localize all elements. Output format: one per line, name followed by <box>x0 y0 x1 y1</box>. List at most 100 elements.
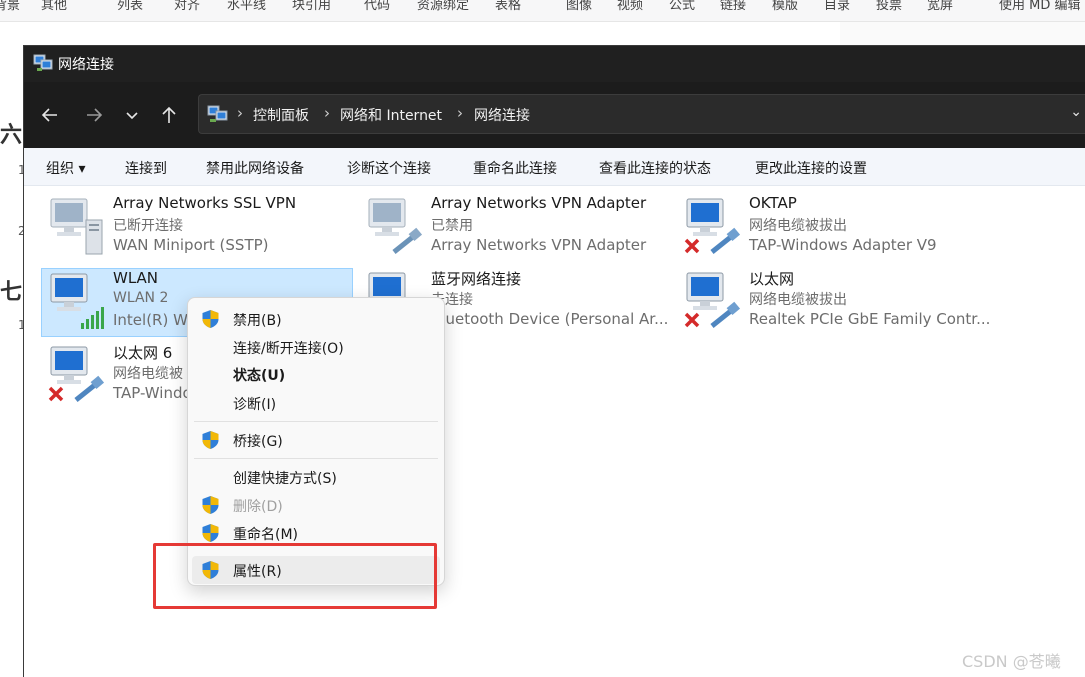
chevron-down-icon <box>126 112 138 120</box>
toolbar-item[interactable]: 目录 <box>824 0 850 13</box>
diagnose-button[interactable]: 诊断这个连接 <box>347 158 431 178</box>
organize-menu[interactable]: 组织 ▾ <box>46 158 85 178</box>
connection-name: WLAN <box>113 269 159 287</box>
toolbar-item[interactable]: 视频 <box>617 0 643 13</box>
arrow-up-icon <box>162 106 176 123</box>
arrow-left-icon <box>41 108 57 122</box>
back-button[interactable] <box>38 104 62 128</box>
connection-status: 已断开连接 <box>113 218 183 234</box>
toolbar-item[interactable]: 对齐 <box>174 0 200 13</box>
ethernet-unplugged-icon <box>48 346 105 402</box>
toolbar-item[interactable]: 其他 <box>41 0 67 13</box>
watermark: CSDN @苍曦 <box>962 652 1061 671</box>
properties-highlight-annotation <box>153 543 437 609</box>
navigation-bar: › 控制面板 › 网络和 Internet › 网络连接 ⌄ <box>24 82 1085 148</box>
editor-heading-fragment: 六 <box>0 123 23 148</box>
menu-item-status[interactable]: 状态(U) <box>192 360 440 388</box>
address-bar[interactable]: › 控制面板 › 网络和 Internet › 网络连接 ⌄ <box>198 94 1085 134</box>
menu-item-label: 诊断(I) <box>233 397 277 413</box>
connect-to-button[interactable]: 连接到 <box>125 158 167 178</box>
connection-item[interactable]: Array Networks VPN Adapter 已禁用 Array Net… <box>360 194 672 262</box>
disable-device-button[interactable]: 禁用此网络设备 <box>206 158 304 178</box>
view-status-button[interactable]: 查看此连接的状态 <box>599 158 711 178</box>
uac-shield-icon <box>202 496 219 514</box>
menu-item-label: 禁用(B) <box>233 313 282 329</box>
wifi-adapter-icon <box>50 273 104 329</box>
network-connections-icon <box>33 54 53 71</box>
connection-device: WAN Miniport (SSTP) <box>113 236 269 254</box>
toolbar-item[interactable]: 背景 <box>0 0 20 13</box>
connection-status: 网络电缆被拔出 <box>749 292 847 308</box>
change-settings-button[interactable]: 更改此连接的设置 <box>755 158 867 178</box>
toolbar-item[interactable]: 链接 <box>720 0 746 13</box>
uac-shield-icon <box>202 431 219 449</box>
menu-item-label: 状态(U) <box>233 368 286 384</box>
toolbar-item[interactable]: 资源绑定 <box>417 0 469 13</box>
toolbar-item[interactable]: 公式 <box>669 0 695 13</box>
toolbar-item[interactable]: 模版 <box>772 0 798 13</box>
connection-device: Realtek PCIe GbE Family Contr... <box>749 310 991 328</box>
arrow-right-icon <box>87 108 103 122</box>
connection-device: Array Networks VPN Adapter <box>431 236 647 254</box>
toolbar-item[interactable]: 块引用 <box>292 0 331 13</box>
recent-locations-button[interactable] <box>120 104 144 128</box>
toolbar-item[interactable]: 水平线 <box>227 0 266 13</box>
uac-shield-icon <box>202 524 219 542</box>
toolbar-item[interactable]: 表格 <box>495 0 521 13</box>
menu-item-label: 删除(D) <box>233 499 283 515</box>
menu-item-label: 重命名(M) <box>233 527 299 543</box>
rename-button[interactable]: 重命名此连接 <box>473 158 557 178</box>
disabled-adapter-icon <box>368 198 423 254</box>
breadcrumb-network-internet[interactable]: 网络和 Internet <box>340 105 442 125</box>
toolbar-item[interactable]: 图像 <box>566 0 592 13</box>
toolbar-item[interactable]: 使用 MD 编辑 <box>999 0 1081 13</box>
connection-device: Bluetooth Device (Personal Ar... <box>431 310 669 328</box>
toolbar-item[interactable]: 投票 <box>876 0 902 13</box>
toolbar-item[interactable]: 代码 <box>364 0 390 13</box>
ethernet-unplugged-icon <box>684 272 741 328</box>
connection-name: 以太网 6 <box>113 344 173 362</box>
connection-status: 网络电缆被 <box>113 366 183 382</box>
up-button[interactable] <box>157 104 181 128</box>
connection-device: TAP-Windo <box>113 384 192 402</box>
connection-name: 以太网 <box>749 270 795 288</box>
vpn-connection-icon <box>50 198 103 255</box>
connection-name: Array Networks VPN Adapter <box>431 194 647 212</box>
breadcrumb-separator: › <box>457 104 463 122</box>
connection-name: 蓝牙网络连接 <box>431 270 522 288</box>
connection-item[interactable]: 以太网 网络电缆被拔出 Realtek PCIe GbE Family Cont… <box>678 268 990 336</box>
connection-name: Array Networks SSL VPN <box>113 194 297 212</box>
menu-item-bridge[interactable]: 桥接(G) <box>192 426 440 454</box>
connection-item[interactable]: Array Networks SSL VPN 已断开连接 WAN Minipor… <box>42 194 354 262</box>
connection-device: TAP-Windows Adapter V9 <box>749 236 937 254</box>
editor-strip <box>840 22 1085 47</box>
menu-item-label: 创建快捷方式(S) <box>233 471 337 487</box>
breadcrumb-control-panel[interactable]: 控制面板 <box>253 105 309 125</box>
breadcrumb-separator: › <box>237 104 243 122</box>
forward-button[interactable] <box>82 104 106 128</box>
connection-status: 网络电缆被拔出 <box>749 218 847 234</box>
menu-item-diagnose[interactable]: 诊断(I) <box>192 389 440 417</box>
connection-status: 已禁用 <box>431 218 473 234</box>
menu-item-create-shortcut[interactable]: 创建快捷方式(S) <box>192 463 440 491</box>
window-title: 网络连接 <box>58 57 114 73</box>
title-bar[interactable]: 网络连接 <box>24 46 1085 82</box>
menu-item-disable[interactable]: 禁用(B) <box>192 305 440 333</box>
editor-heading-fragment: 七 <box>0 280 23 305</box>
toolbar-item[interactable]: 列表 <box>117 0 143 13</box>
breadcrumb-network-connections[interactable]: 网络连接 <box>474 105 530 125</box>
uac-shield-icon <box>202 310 219 328</box>
breadcrumb-separator: › <box>324 104 330 122</box>
menu-item-label: 连接/断开连接(O) <box>233 341 344 357</box>
network-folder-icon <box>207 105 228 122</box>
editor-toolbar: 背景 其他 列表 对齐 水平线 块引用 代码 资源绑定 表格 图像 视频 公式 … <box>0 0 1085 22</box>
menu-item-connect-disconnect[interactable]: 连接/断开连接(O) <box>192 333 440 361</box>
address-dropdown-icon[interactable]: ⌄ <box>1070 104 1082 120</box>
connection-name: OKTAP <box>749 194 797 212</box>
toolbar-item[interactable]: 宽屏 <box>927 0 953 13</box>
connection-status: WLAN 2 <box>113 290 169 306</box>
menu-item-label: 桥接(G) <box>233 434 283 450</box>
connection-device: Intel(R) Wi <box>113 311 192 329</box>
command-bar: 组织 ▾ 连接到 禁用此网络设备 诊断这个连接 重命名此连接 查看此连接的状态 … <box>24 148 1085 186</box>
connection-item[interactable]: OKTAP 网络电缆被拔出 TAP-Windows Adapter V9 <box>678 194 990 262</box>
